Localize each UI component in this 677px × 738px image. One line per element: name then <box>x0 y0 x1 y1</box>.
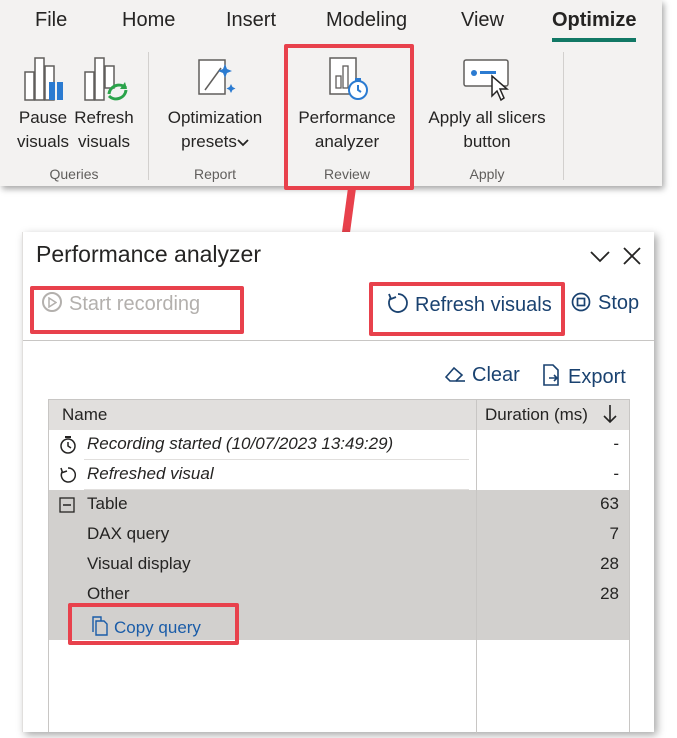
stopwatch-icon <box>60 436 76 454</box>
close-icon[interactable] <box>620 244 644 268</box>
pause-visuals-label-1: Pause <box>18 108 68 127</box>
stop-label: Stop <box>598 292 640 314</box>
optimization-presets-label-1: Optimization <box>167 108 263 127</box>
refresh-visuals-icon <box>84 57 128 101</box>
apply-slicers-icon <box>463 59 510 102</box>
tab-view[interactable]: View <box>461 9 504 32</box>
stop-icon <box>571 292 591 312</box>
tab-file[interactable]: File <box>35 9 67 32</box>
pause-visuals-label-2: visuals <box>17 132 69 151</box>
clear-button[interactable]: Clear <box>444 364 520 387</box>
group-separator <box>148 52 149 180</box>
refresh-visuals-label-2: visuals <box>78 132 130 151</box>
column-header-name[interactable]: Name <box>62 405 107 425</box>
row-name: Visual display <box>87 554 191 573</box>
tab-home[interactable]: Home <box>122 9 175 32</box>
active-tab-indicator <box>552 38 636 42</box>
row-duration: 7 <box>609 524 619 543</box>
sort-descending-icon[interactable] <box>601 402 619 426</box>
refresh-visuals-ribbon-button[interactable]: Refresh visuals <box>73 54 135 158</box>
refresh-icon <box>60 467 77 483</box>
ribbon-tabs: File Home Insert Modeling View Optimize <box>0 0 662 42</box>
export-icon <box>543 364 559 386</box>
tab-modeling[interactable]: Modeling <box>326 9 407 32</box>
row-name: Other <box>87 584 130 603</box>
collapse-toggle-icon[interactable] <box>59 496 77 516</box>
table-row[interactable]: Table 63 <box>49 490 629 520</box>
results-table: Name Duration (ms) Recording started (10… <box>48 399 630 733</box>
row-name: Table <box>87 494 128 513</box>
pause-visuals-button[interactable]: Pause visuals <box>14 54 72 158</box>
table-row[interactable]: Recording started (10/07/2023 13:49:29) … <box>49 430 629 460</box>
chevron-down-icon <box>237 139 249 147</box>
row-duration: 28 <box>600 584 619 603</box>
group-label-queries: Queries <box>49 166 99 182</box>
row-name: Recording started (10/07/2023 13:49:29) <box>87 434 394 453</box>
row-name: Refreshed visual <box>87 464 214 483</box>
table-row[interactable]: Visual display 28 <box>49 550 629 580</box>
group-separator <box>563 52 564 180</box>
table-header: Name Duration (ms) <box>49 400 629 430</box>
clear-label: Clear <box>472 364 520 386</box>
export-label: Export <box>568 366 626 388</box>
export-button[interactable]: Export <box>541 364 626 389</box>
apply-slicers-label-2: button <box>463 132 511 151</box>
highlight-performance-analyzer <box>284 44 414 190</box>
optimization-presets-icon <box>198 59 236 95</box>
group-label-report: Report <box>193 166 237 182</box>
tab-optimize[interactable]: Optimize <box>552 9 636 32</box>
highlight-start-recording <box>30 286 244 334</box>
pause-visuals-icon <box>24 57 63 101</box>
column-header-duration[interactable]: Duration (ms) <box>485 405 588 425</box>
group-label-apply: Apply <box>469 166 505 182</box>
refresh-visuals-label-1: Refresh <box>74 108 134 127</box>
collapse-chevron-icon[interactable] <box>588 244 612 268</box>
apply-all-slicers-button[interactable]: Apply all slicers button <box>420 54 554 158</box>
highlight-copy-query <box>68 603 239 645</box>
stop-button[interactable]: Stop <box>571 292 639 315</box>
tab-insert[interactable]: Insert <box>226 9 276 32</box>
row-duration: 63 <box>600 494 619 513</box>
row-duration: - <box>613 434 619 453</box>
table-row[interactable]: DAX query 7 <box>49 520 629 550</box>
table-row[interactable]: Refreshed visual - <box>49 460 629 490</box>
row-name: DAX query <box>87 524 170 543</box>
row-duration: - <box>613 464 619 483</box>
apply-slicers-label-1: Apply all slicers <box>428 108 546 127</box>
highlight-refresh-visuals <box>369 282 565 336</box>
toolbar-divider <box>23 340 654 341</box>
eraser-icon <box>444 366 465 382</box>
pane-title: Performance analyzer <box>36 241 261 267</box>
row-duration: 28 <box>600 554 619 573</box>
optimization-presets-button[interactable]: Optimization presets <box>160 54 270 158</box>
